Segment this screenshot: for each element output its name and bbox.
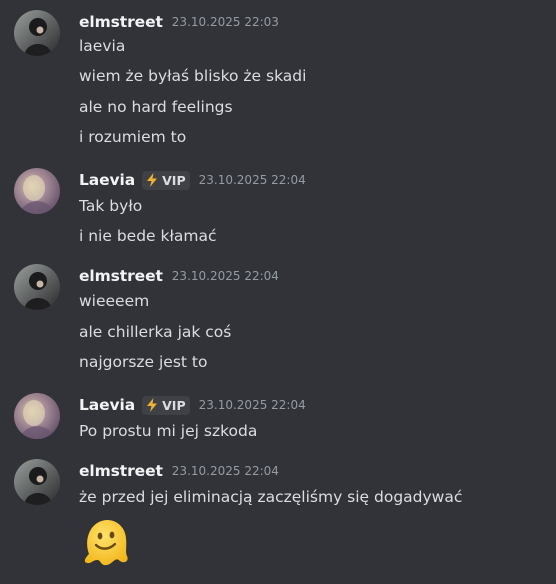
badge-label: VIP (162, 397, 186, 413)
avatar[interactable] (14, 459, 60, 505)
timestamp: 23.10.2025 22:04 (198, 173, 306, 187)
avatar[interactable] (14, 264, 60, 310)
timestamp: 23.10.2025 22:04 (171, 464, 279, 478)
lightning-icon (147, 173, 158, 187)
username[interactable]: elmstreet (79, 13, 163, 31)
username[interactable]: Laevia (79, 171, 135, 189)
timestamp: 23.10.2025 22:03 (171, 15, 279, 29)
message-header: elmstreet 23.10.2025 22:04 (79, 264, 279, 288)
vip-badge[interactable]: VIP (142, 395, 190, 415)
melting-face-emoji[interactable] (79, 514, 135, 570)
vip-badge[interactable]: VIP (142, 170, 190, 190)
avatar[interactable] (14, 168, 60, 214)
message-text: ale no hard feelings (79, 98, 233, 116)
message-header: elmstreet 23.10.2025 22:03 (79, 10, 279, 34)
username[interactable]: elmstreet (79, 462, 163, 480)
message-text: i nie bede kłamać (79, 227, 217, 245)
message-header: Laevia VIP 23.10.2025 22:04 (79, 393, 306, 417)
avatar-image (14, 264, 60, 310)
message-text: wiem że byłaś blisko że skadi (79, 67, 307, 85)
chat-log: elmstreet 23.10.2025 22:03 laevia wiem ż… (0, 0, 556, 584)
timestamp: 23.10.2025 22:04 (171, 269, 279, 283)
avatar-image (14, 168, 60, 214)
avatar-image (14, 393, 60, 439)
message-text: ale chillerka jak coś (79, 323, 232, 341)
message-text: i rozumiem to (79, 128, 187, 146)
message-text: wieeeem (79, 292, 150, 310)
lightning-icon (147, 398, 158, 412)
message-text: że przed jej eliminacją zaczęliśmy się d… (79, 488, 463, 506)
message-header: Laevia VIP 23.10.2025 22:04 (79, 168, 306, 192)
timestamp: 23.10.2025 22:04 (198, 398, 306, 412)
badge-label: VIP (162, 172, 186, 188)
melting-face-icon (84, 519, 128, 566)
username[interactable]: Laevia (79, 396, 135, 414)
message-header: elmstreet 23.10.2025 22:04 (79, 459, 279, 483)
message-text: najgorsze jest to (79, 353, 208, 371)
avatar[interactable] (14, 393, 60, 439)
avatar-image (14, 459, 60, 505)
avatar-image (14, 10, 60, 56)
message-text: Tak było (79, 197, 143, 215)
message-text: laevia (79, 37, 126, 55)
avatar[interactable] (14, 10, 60, 56)
message-text: Po prostu mi jej szkoda (79, 422, 258, 440)
username[interactable]: elmstreet (79, 267, 163, 285)
